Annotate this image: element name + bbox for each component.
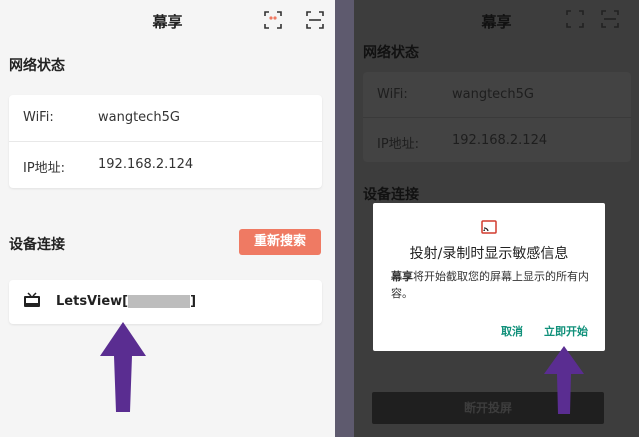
wifi-label: WiFi: <box>23 110 54 125</box>
research-button[interactable]: 重新搜索 <box>239 229 321 255</box>
wifi-label: WiFi: <box>377 87 408 102</box>
device-connection-heading: 设备连接 <box>363 187 419 203</box>
top-bar: 幕享 <box>0 0 335 40</box>
ip-value: 192.168.2.124 <box>98 157 194 172</box>
redacted-block <box>128 295 191 308</box>
dialog-app-name: 幕享 <box>391 270 413 283</box>
network-card: WiFi: wangtech5G IP地址: 192.168.2.124 <box>9 95 322 188</box>
wifi-row: WiFi: wangtech5G <box>9 95 322 141</box>
ip-value: 192.168.2.124 <box>452 133 548 148</box>
up-arrow <box>100 322 146 412</box>
device-name-suffix: ] <box>190 294 197 309</box>
dialog-title: 投射/录制时显示敏感信息 <box>409 246 569 262</box>
scan-icon <box>600 9 620 29</box>
wifi-row: WiFi: wangtech5G <box>363 72 631 118</box>
up-arrow <box>544 346 584 414</box>
dialog-message: 将开始截取您的屏幕上显示的所有内容。 <box>391 270 589 300</box>
wifi-value: wangtech5G <box>452 87 534 102</box>
device-list-item[interactable]: LetsView[] <box>9 280 322 324</box>
app-title: 幕享 <box>481 13 512 31</box>
cast-icon[interactable] <box>263 10 283 30</box>
app-title: 幕享 <box>152 13 183 31</box>
ip-label: IP地址: <box>23 161 66 176</box>
wifi-value: wangtech5G <box>98 110 180 125</box>
device-connection-heading: 设备连接 <box>9 237 65 253</box>
gutter <box>335 0 354 437</box>
network-status-heading: 网络状态 <box>363 45 419 61</box>
cancel-button[interactable]: 取消 <box>501 323 523 339</box>
device-name: LetsView[] <box>56 294 196 309</box>
dialog-body: 幕享将开始截取您的屏幕上显示的所有内容。 <box>391 268 591 302</box>
ip-row: IP地址: 192.168.2.124 <box>9 142 322 188</box>
device-name-prefix: LetsView[ <box>56 294 129 309</box>
scan-icon[interactable] <box>305 10 325 30</box>
top-bar: 幕享 <box>354 0 639 40</box>
left-screen: 幕享 网络状态 WiFi: wangtech5G IP地址: 192.168.2… <box>0 0 335 437</box>
ip-row: IP地址: 192.168.2.124 <box>363 118 631 164</box>
cast-icon <box>481 219 497 234</box>
cast-icon <box>565 9 585 29</box>
network-card: WiFi: wangtech5G IP地址: 192.168.2.124 <box>363 72 631 162</box>
permission-dialog: 投射/录制时显示敏感信息 幕享将开始截取您的屏幕上显示的所有内容。 取消 立即开… <box>373 203 605 351</box>
tv-icon <box>23 292 41 310</box>
network-status-heading: 网络状态 <box>9 58 65 74</box>
ip-label: IP地址: <box>377 137 420 152</box>
start-now-button[interactable]: 立即开始 <box>544 323 588 339</box>
right-screen: 幕享 网络状态 WiFi: wangtech5G IP地址: 192.168.2… <box>354 0 639 437</box>
